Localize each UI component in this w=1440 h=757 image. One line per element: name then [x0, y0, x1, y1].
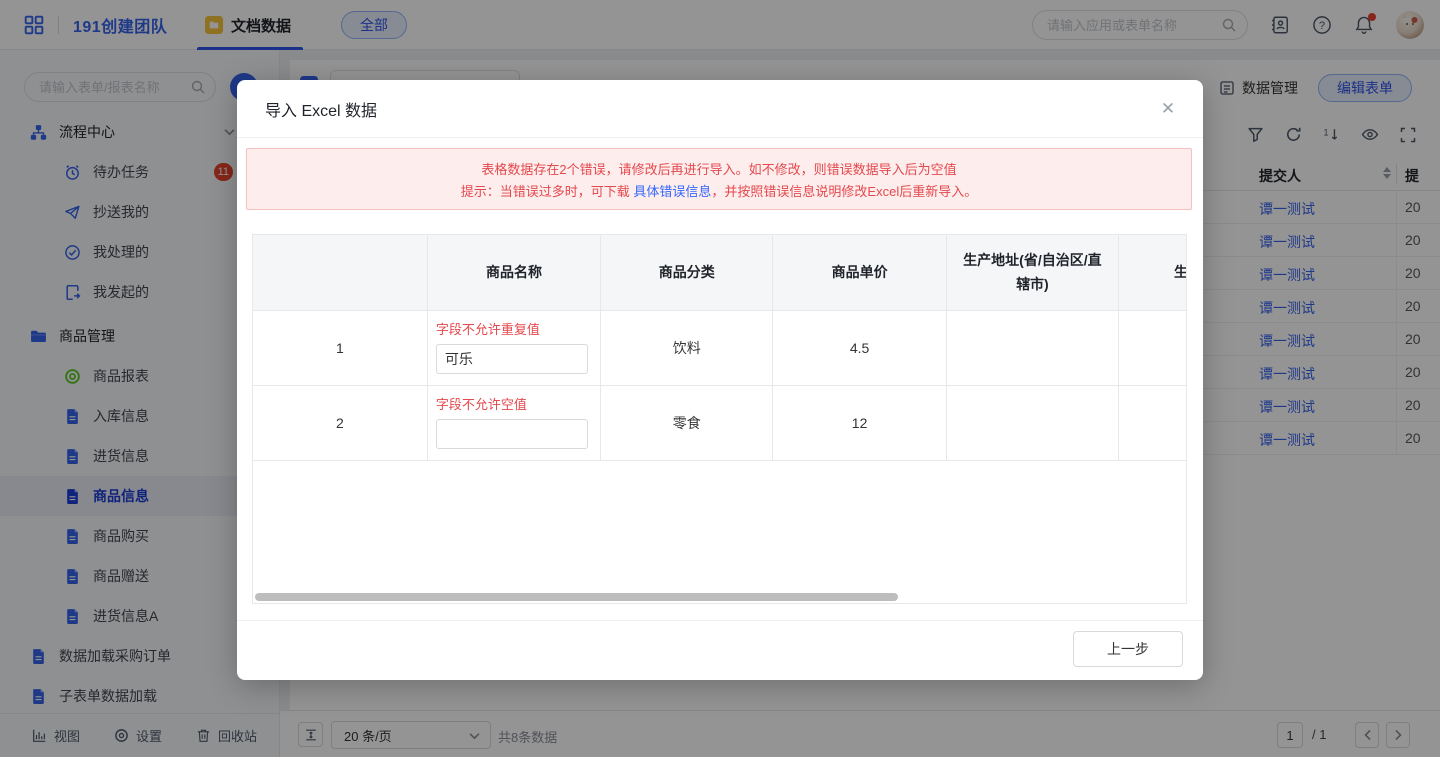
previous-step-button[interactable]: 上一步 — [1073, 631, 1183, 667]
header-product-name: 商品名称 — [427, 235, 600, 310]
cell-category: 饮料 — [601, 310, 773, 385]
header-production-address: 生产地址(省/自治区/直辖市) — [946, 235, 1118, 310]
app-screen: 191创建团队 文档数据 全部 ? — [0, 0, 1440, 757]
modal-title: 导入 Excel 数据 — [265, 97, 377, 121]
header-product-price: 商品单价 — [773, 235, 946, 310]
cell-category: 零食 — [601, 385, 773, 460]
cell-error-label: 字段不允许重复值 — [436, 319, 590, 338]
modal-header: 导入 Excel 数据 ✕ — [237, 80, 1203, 138]
error-detail-link[interactable]: 具体错误信息 — [633, 184, 711, 199]
error-banner-line1: 表格数据存在2个错误，请修改后再进行导入。如不修改，则错误数据导入后为空值 — [247, 159, 1191, 181]
error-banner-line2: 提示：当错误过多时，可下载 具体错误信息，并按照错误信息说明修改Excel后重新… — [247, 181, 1191, 203]
modal-footer-divider — [237, 620, 1203, 621]
horizontal-scrollbar[interactable] — [255, 593, 898, 601]
import-preview-table: 商品名称 商品分类 商品单价 生产地址(省/自治区/直辖市) 生产地 1 字段不… — [252, 234, 1187, 604]
header-index — [253, 235, 427, 310]
cell-address-2 — [1119, 385, 1187, 460]
header-production-address-2: 生产地 — [1119, 235, 1187, 310]
error-banner: 表格数据存在2个错误，请修改后再进行导入。如不修改，则错误数据导入后为空值 提示… — [246, 148, 1192, 210]
cell-address — [946, 310, 1118, 385]
import-table-header-row: 商品名称 商品分类 商品单价 生产地址(省/自治区/直辖市) 生产地 — [253, 235, 1187, 310]
cell-address — [946, 385, 1118, 460]
cell-address-2 — [1119, 310, 1187, 385]
import-table-row: 1 字段不允许重复值 饮料 4.5 — [253, 310, 1187, 385]
error-banner-line2-suffix: ，并按照错误信息说明修改Excel后重新导入。 — [711, 184, 977, 199]
product-name-input[interactable] — [436, 419, 588, 449]
row-index: 2 — [253, 385, 427, 460]
header-product-category: 商品分类 — [601, 235, 773, 310]
cell-error-label: 字段不允许空值 — [436, 394, 590, 413]
row-index: 1 — [253, 310, 427, 385]
product-name-input[interactable] — [436, 344, 588, 374]
error-banner-line2-prefix: 提示：当错误过多时，可下载 — [461, 184, 634, 199]
close-icon[interactable]: ✕ — [1157, 98, 1179, 120]
import-table-row: 2 字段不允许空值 零食 12 — [253, 385, 1187, 460]
cell-price: 4.5 — [773, 310, 946, 385]
import-excel-modal: 导入 Excel 数据 ✕ 表格数据存在2个错误，请修改后再进行导入。如不修改，… — [237, 80, 1203, 680]
cell-price: 12 — [773, 385, 946, 460]
